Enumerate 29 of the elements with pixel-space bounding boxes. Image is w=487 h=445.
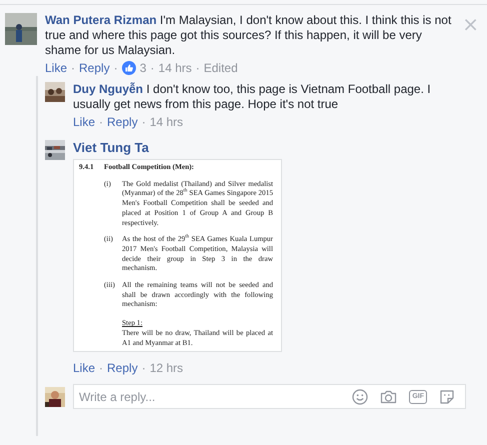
separator-dot: · — [142, 114, 146, 130]
document-image[interactable] — [73, 159, 282, 352]
author-link[interactable]: Viet Tung Ta — [73, 140, 149, 156]
timestamp: 12 hrs — [150, 360, 184, 376]
author-link[interactable]: Wan Putera Rizman — [45, 13, 157, 27]
separator-dot: · — [71, 60, 76, 76]
separator-dot: · — [114, 60, 118, 76]
like-reaction-icon[interactable] — [122, 61, 136, 75]
author-link[interactable]: Duy Nguyễn — [73, 82, 144, 96]
timestamp: Edited — [204, 60, 238, 76]
separator-dot: · — [142, 360, 146, 376]
timestamp: 14 hrs — [150, 114, 184, 130]
comment-text: Wan Putera Rizman I'm Malaysian, I don't know about this. I think this is not true and where this page got this sources? If this happen, it will be very shame for us Malaysian. — [45, 13, 452, 58]
timestamp: 14 hrs — [158, 60, 192, 76]
separator-dot: · — [99, 360, 104, 376]
reaction-count: 3 — [140, 60, 146, 76]
emoji-icon[interactable] — [352, 388, 368, 405]
action-link[interactable]: Reply — [107, 114, 138, 130]
sticker-icon[interactable] — [439, 388, 455, 405]
action-link[interactable]: Reply — [107, 360, 138, 376]
action-link[interactable]: Like — [45, 60, 68, 76]
action-link[interactable]: Reply — [79, 60, 110, 76]
action-link[interactable]: Like — [73, 114, 96, 130]
separator-dot: · — [196, 60, 200, 76]
separator-dot: · — [99, 114, 104, 130]
action-link[interactable]: Like — [73, 360, 96, 376]
camera-icon[interactable] — [380, 388, 398, 405]
comment-text: Duy Nguyễn I don't know too, this page is Vietnam Football page. I usually get news from this page. Hope it's not true — [73, 82, 432, 112]
separator-dot: · — [150, 60, 154, 76]
